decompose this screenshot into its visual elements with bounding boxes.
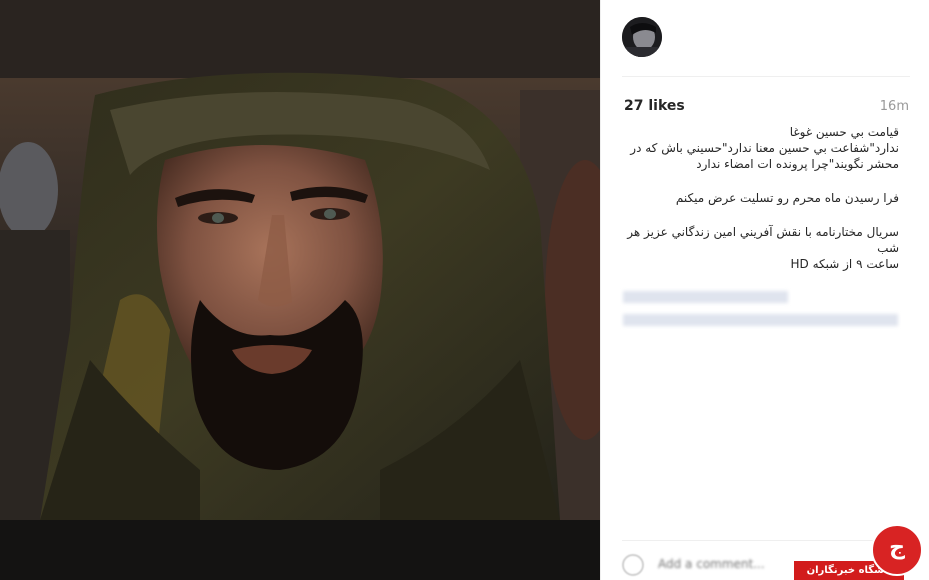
watermark: باشگاه خبرنگاران ج (794, 522, 929, 580)
avatar-image (622, 17, 662, 57)
heart-icon[interactable] (622, 554, 644, 576)
post-timestamp[interactable]: 16m (880, 99, 909, 114)
caption-line: ساعت ۹ از شبکه HD (790, 257, 900, 271)
watermark-logo-glyph: ج (889, 535, 905, 560)
blurred-mention (623, 314, 898, 326)
caption-line: قيامت بي حسين غوغا (789, 125, 899, 139)
likes-count[interactable]: 27 likes (624, 98, 685, 114)
caption-line: محشر نگويند"چرا پرونده ات امضاء ندارد (696, 157, 899, 171)
post-caption: قيامت بي حسين غوغا ندارد"شفاعت بي حسين م… (621, 124, 899, 272)
post-photo[interactable] (0, 0, 600, 580)
caption-line: ندارد"شفاعت بي حسين معنا ندارد"حسيني باش… (630, 141, 899, 155)
caption-line: فرا رسيدن ماه محرم رو تسليت عرض ميکنم (675, 191, 899, 205)
watermark-logo: ج (871, 524, 923, 576)
post-sidebar: 27 likes 16m قيامت بي حسين غوغا ندارد"شف… (600, 0, 929, 580)
caption-line: سريال مختارنامه با نقش آفريني امين زندگا… (627, 225, 899, 255)
photo-illustration (0, 0, 600, 580)
header-divider (622, 76, 910, 77)
blurred-mention (623, 291, 788, 303)
user-avatar[interactable] (622, 17, 662, 57)
